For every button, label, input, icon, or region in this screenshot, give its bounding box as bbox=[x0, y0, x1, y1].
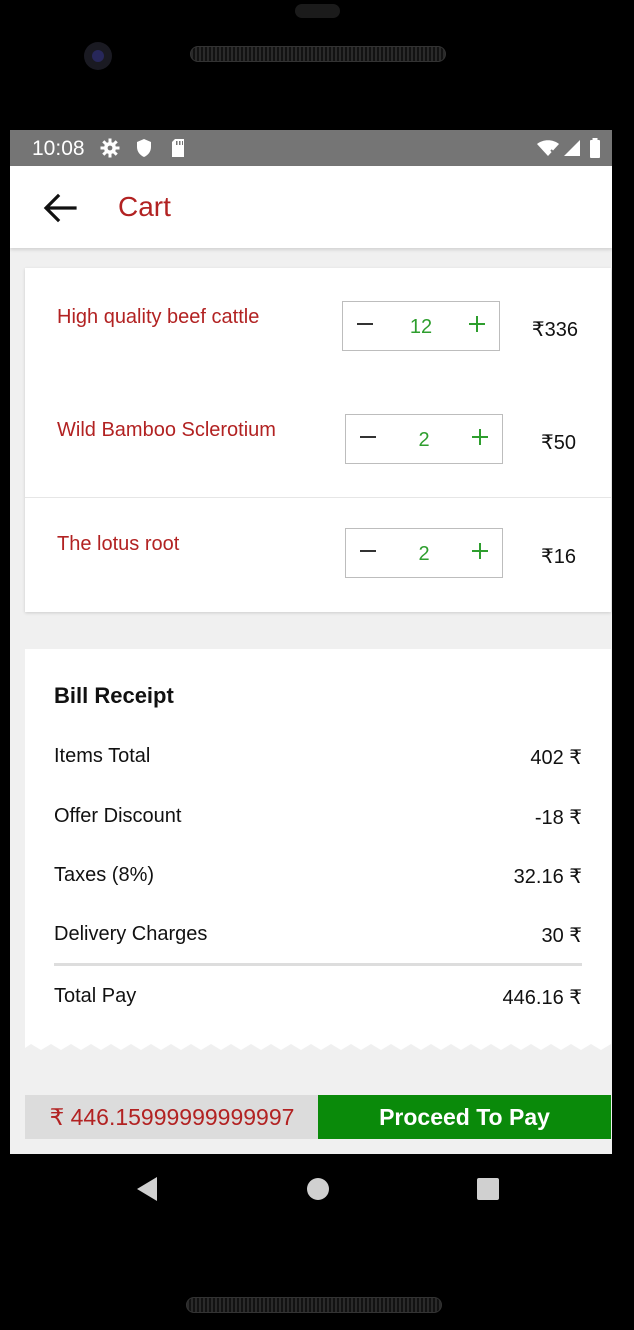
minus-icon bbox=[359, 542, 377, 565]
screen: 10:08 Cart High quality beef cattle 12 ₹… bbox=[10, 130, 612, 1154]
arrow-left-icon bbox=[43, 193, 77, 228]
bill-row: Delivery Charges 30 ₹ bbox=[54, 923, 582, 951]
quantity-stepper: 2 bbox=[345, 414, 503, 464]
gear-icon bbox=[100, 138, 120, 158]
quantity-stepper: 12 bbox=[342, 301, 500, 351]
bill-row-label: Delivery Charges bbox=[54, 923, 208, 945]
bill-row-value: -18 ₹ bbox=[534, 807, 582, 829]
increment-button[interactable] bbox=[464, 423, 496, 455]
bill-row-value: 402 ₹ bbox=[530, 747, 582, 769]
bill-row-value: 30 ₹ bbox=[541, 925, 582, 947]
quantity-value: 2 bbox=[418, 429, 430, 451]
bill-row: Offer Discount -18 ₹ bbox=[54, 805, 582, 833]
bill-divider bbox=[54, 963, 582, 966]
phone-bezel-top bbox=[0, 0, 634, 130]
battery-icon bbox=[588, 138, 602, 158]
wifi-icon bbox=[536, 138, 560, 158]
plus-icon bbox=[471, 428, 489, 451]
plus-icon bbox=[468, 315, 486, 338]
bottom-speaker bbox=[186, 1297, 442, 1313]
back-button[interactable] bbox=[38, 190, 82, 230]
minus-icon bbox=[359, 428, 377, 451]
footer-total-amount: ₹ 446.15999999999997 bbox=[25, 1095, 319, 1139]
decrement-button[interactable] bbox=[349, 310, 381, 342]
increment-button[interactable] bbox=[464, 537, 496, 569]
bill-row-label: Items Total bbox=[54, 745, 151, 767]
proceed-to-pay-button[interactable]: Proceed To Pay bbox=[318, 1095, 611, 1139]
page-title: Cart bbox=[118, 191, 171, 222]
item-name: The lotus root bbox=[57, 533, 180, 555]
app-bar: Cart bbox=[10, 166, 612, 248]
status-time: 10:08 bbox=[32, 137, 85, 160]
back-triangle-icon bbox=[135, 1176, 159, 1207]
nav-home-button[interactable] bbox=[305, 1177, 331, 1206]
item-name: Wild Bamboo Sclerotium bbox=[57, 419, 276, 441]
quantity-value: 2 bbox=[418, 543, 430, 565]
earpiece-speaker bbox=[190, 46, 446, 62]
item-price: ₹16 bbox=[541, 546, 576, 568]
receipt-zigzag-edge bbox=[25, 1036, 611, 1050]
item-name: High quality beef cattle bbox=[57, 306, 260, 328]
total-pay-label: Total Pay bbox=[54, 985, 137, 1007]
shield-icon bbox=[134, 138, 154, 158]
total-pay-value: 446.16 ₹ bbox=[502, 987, 582, 1009]
bill-title: Bill Receipt bbox=[54, 683, 174, 708]
bill-total-row: Total Pay 446.16 ₹ bbox=[54, 985, 582, 1013]
item-divider bbox=[25, 497, 611, 498]
notch bbox=[295, 4, 340, 18]
front-camera bbox=[84, 42, 112, 70]
status-bar: 10:08 bbox=[10, 130, 612, 166]
bill-row-value: 32.16 ₹ bbox=[513, 866, 582, 888]
recents-square-icon bbox=[476, 1177, 500, 1206]
nav-back-button[interactable] bbox=[134, 1176, 160, 1207]
cart-list: High quality beef cattle 12 ₹336 Wild Ba… bbox=[25, 268, 611, 612]
checkout-footer: ₹ 446.15999999999997 Proceed To Pay bbox=[25, 1095, 611, 1139]
bill-row-label: Offer Discount bbox=[54, 805, 182, 827]
navigation-bar bbox=[0, 1154, 634, 1226]
bill-row-label: Taxes (8%) bbox=[54, 864, 155, 886]
increment-button[interactable] bbox=[461, 310, 493, 342]
item-price: ₹50 bbox=[541, 432, 576, 454]
quantity-stepper: 2 bbox=[345, 528, 503, 578]
decrement-button[interactable] bbox=[352, 537, 384, 569]
home-circle-icon bbox=[306, 1177, 330, 1206]
plus-icon bbox=[471, 542, 489, 565]
decrement-button[interactable] bbox=[352, 423, 384, 455]
bill-row: Items Total 402 ₹ bbox=[54, 745, 582, 773]
signal-icon bbox=[562, 138, 582, 158]
quantity-value: 12 bbox=[409, 316, 433, 338]
minus-icon bbox=[356, 315, 374, 338]
bill-receipt: Bill Receipt Items Total 402 ₹ Offer Dis… bbox=[25, 649, 611, 1044]
item-price: ₹336 bbox=[531, 319, 578, 341]
bill-row: Taxes (8%) 32.16 ₹ bbox=[54, 864, 582, 892]
nav-recents-button[interactable] bbox=[475, 1177, 501, 1206]
sd-card-icon bbox=[168, 138, 188, 158]
